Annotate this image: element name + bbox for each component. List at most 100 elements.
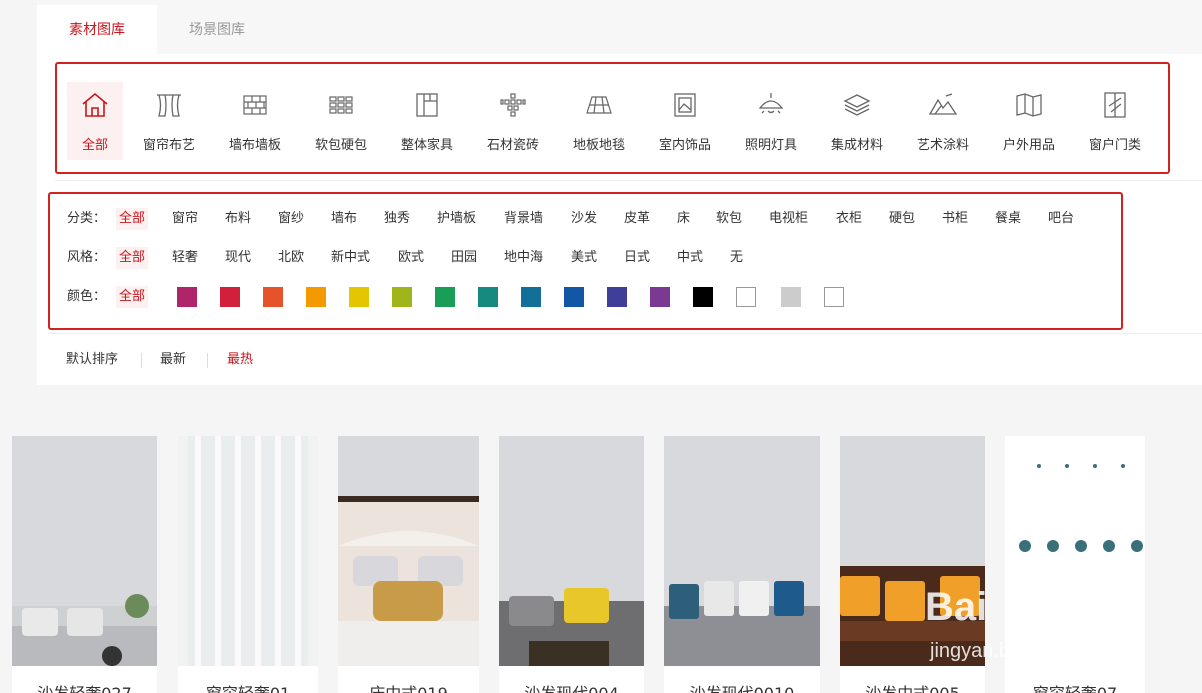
- color-swatch[interactable]: [263, 287, 283, 307]
- category-softpack[interactable]: 软包硬包: [313, 82, 369, 160]
- product-image: [12, 436, 157, 666]
- category-furniture[interactable]: 整体家具: [399, 82, 455, 160]
- sort-default[interactable]: 默认排序: [66, 350, 118, 370]
- category-all[interactable]: 全部: [67, 82, 123, 160]
- color-swatch[interactable]: [392, 287, 412, 307]
- product-name: 沙发中式005: [840, 680, 985, 693]
- filter-option[interactable]: 全部: [116, 247, 149, 269]
- filter-option[interactable]: 窗帘: [172, 208, 198, 230]
- filter-option[interactable]: 布料: [225, 208, 251, 230]
- filter-option[interactable]: 背景墙: [504, 208, 543, 230]
- product-card[interactable]: 沙发现代0010: [664, 436, 820, 693]
- pendant-lamp-icon: [758, 93, 784, 114]
- color-swatch[interactable]: [306, 287, 326, 307]
- color-swatch[interactable]: [781, 287, 801, 307]
- filter-option[interactable]: 日式: [624, 247, 650, 269]
- product-image: [840, 436, 985, 666]
- filter-option[interactable]: 窗纱: [278, 208, 304, 230]
- category-curtain[interactable]: 窗帘布艺: [141, 82, 197, 160]
- category-window-door[interactable]: 窗户门类: [1087, 82, 1143, 160]
- color-swatch[interactable]: [607, 287, 627, 307]
- product-card[interactable]: 沙发轻奢027: [12, 436, 157, 693]
- color-swatch[interactable]: [478, 287, 498, 307]
- filter-option[interactable]: 中式: [677, 247, 703, 269]
- product-image: [664, 436, 820, 666]
- color-swatch[interactable]: [824, 287, 844, 307]
- filter-option[interactable]: 地中海: [504, 247, 543, 269]
- map-fold-icon: [1016, 93, 1042, 117]
- category-paint[interactable]: 艺术涂料: [915, 82, 971, 160]
- product-card[interactable]: 窗帘轻奢01: [178, 436, 318, 693]
- product-card[interactable]: 沙发现代004: [499, 436, 644, 693]
- filter-option[interactable]: 全部: [116, 208, 149, 230]
- color-swatch[interactable]: [349, 287, 369, 307]
- filter-option[interactable]: 衣柜: [836, 208, 862, 230]
- filter-option[interactable]: 现代: [225, 247, 251, 269]
- layers-icon: [843, 94, 871, 116]
- filter-option[interactable]: 餐桌: [995, 208, 1021, 230]
- filter-option[interactable]: 护墙板: [437, 208, 476, 230]
- mountain-paint-icon: [928, 93, 958, 115]
- filter-option[interactable]: 硬包: [889, 208, 915, 230]
- category-floor[interactable]: 地板地毯: [571, 82, 627, 160]
- category-label: 地板地毯: [572, 138, 625, 153]
- product-card[interactable]: 床中式019: [338, 436, 479, 693]
- tile-diamond-icon: [500, 93, 526, 117]
- color-swatch[interactable]: [521, 287, 541, 307]
- color-swatch[interactable]: [220, 287, 240, 307]
- filter-option[interactable]: 美式: [571, 247, 597, 269]
- category-lighting[interactable]: 照明灯具: [743, 82, 799, 160]
- filter-option[interactable]: 无: [730, 247, 743, 269]
- category-decor[interactable]: 室内饰品: [657, 82, 713, 160]
- color-swatch[interactable]: [650, 287, 670, 307]
- category-label: 窗帘布艺: [142, 138, 195, 153]
- filter-option[interactable]: 皮革: [624, 208, 650, 230]
- filter-option[interactable]: 欧式: [398, 247, 424, 269]
- filter-option[interactable]: 电视柜: [769, 208, 808, 230]
- color-swatch[interactable]: [736, 287, 756, 307]
- filter-option[interactable]: 新中式: [331, 247, 370, 269]
- filter-option[interactable]: 北欧: [278, 247, 304, 269]
- category-stone[interactable]: 石材瓷砖: [485, 82, 541, 160]
- color-swatch[interactable]: [435, 287, 455, 307]
- category-label: 集成材料: [830, 138, 883, 153]
- curtain-image: [188, 436, 308, 666]
- home-icon: [82, 92, 108, 117]
- filter-option[interactable]: 独秀: [384, 208, 410, 230]
- category-label: 整体家具: [400, 138, 453, 153]
- category-wallcloth[interactable]: 墙布墙板: [227, 82, 283, 160]
- divider: [141, 353, 142, 368]
- category-label: 户外用品: [1002, 138, 1055, 153]
- filter-option[interactable]: 墙布: [331, 208, 357, 230]
- tab-material-library[interactable]: 素材图库: [37, 5, 157, 54]
- filter-option[interactable]: 轻奢: [172, 247, 198, 269]
- category-integrated[interactable]: 集成材料: [829, 82, 885, 160]
- filter-option[interactable]: 吧台: [1048, 208, 1074, 230]
- color-swatch[interactable]: [693, 287, 713, 307]
- sort-newest[interactable]: 最新: [160, 350, 186, 370]
- color-swatch[interactable]: [177, 287, 197, 307]
- bed-image: [338, 496, 479, 666]
- product-name: 窗帘轻奢07: [1005, 680, 1145, 693]
- grid-dots-icon: [329, 96, 353, 114]
- filter-option[interactable]: 田园: [451, 247, 477, 269]
- category-outdoor[interactable]: 户外用品: [1001, 82, 1057, 160]
- tab-scene-library[interactable]: 场景图库: [157, 5, 277, 54]
- filter-option[interactable]: 书柜: [942, 208, 968, 230]
- watermark-logo: Bai: [925, 585, 988, 629]
- filter-label: 颜色：: [67, 289, 107, 304]
- color-swatch[interactable]: [564, 287, 584, 307]
- category-label: 软包硬包: [314, 138, 367, 153]
- sort-hottest[interactable]: 最热: [227, 350, 253, 370]
- brick-wall-icon: [243, 95, 267, 115]
- product-name: 窗帘轻奢01: [178, 680, 318, 693]
- sofa-image: [12, 594, 157, 666]
- divider: [55, 180, 1202, 181]
- filter-option[interactable]: 床: [677, 208, 690, 230]
- category-label: 照明灯具: [744, 138, 797, 153]
- filter-option[interactable]: 沙发: [571, 208, 597, 230]
- filter-option[interactable]: 全部: [116, 286, 149, 308]
- filter-option[interactable]: 软包: [716, 208, 742, 230]
- filter-label: 风格：: [67, 250, 107, 265]
- sofa-image: [499, 588, 644, 666]
